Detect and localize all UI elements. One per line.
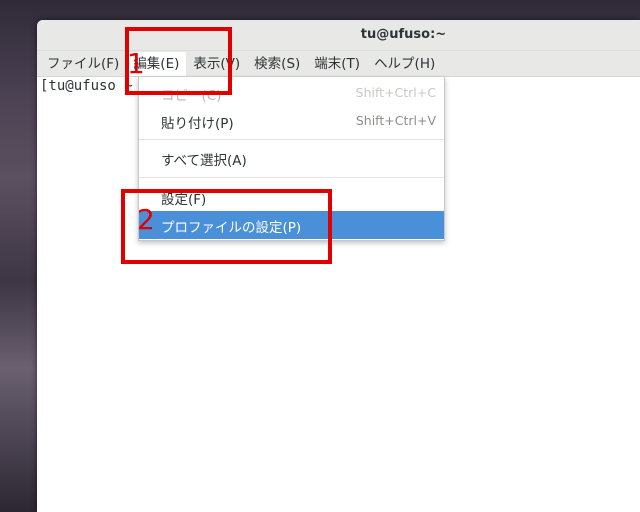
menu-separator <box>139 139 444 140</box>
menu-item-paste[interactable]: 貼り付け(P) Shift+Ctrl+V <box>139 107 444 135</box>
menu-search[interactable]: 検索(S) <box>247 52 307 76</box>
menu-item-select-all-label: すべて選択(A) <box>161 153 247 169</box>
menu-help[interactable]: ヘルプ(H) <box>367 52 442 76</box>
menu-terminal[interactable]: 端末(T) <box>307 52 367 76</box>
annotation-number-step2: 2 <box>137 203 155 236</box>
annotation-number-step1: 1 <box>127 47 145 80</box>
menu-item-paste-label: 貼り付け(P) <box>161 116 234 132</box>
menu-item-copy-accel: Shift+Ctrl+C <box>355 85 436 100</box>
menu-item-select-all[interactable]: すべて選択(A) <box>139 144 444 172</box>
menu-separator <box>139 177 444 178</box>
shell-prompt: [tu@ufuso ~ <box>40 78 133 94</box>
menu-item-paste-accel: Shift+Ctrl+V <box>355 113 436 128</box>
menu-file[interactable]: ファイル(F) <box>40 52 126 76</box>
